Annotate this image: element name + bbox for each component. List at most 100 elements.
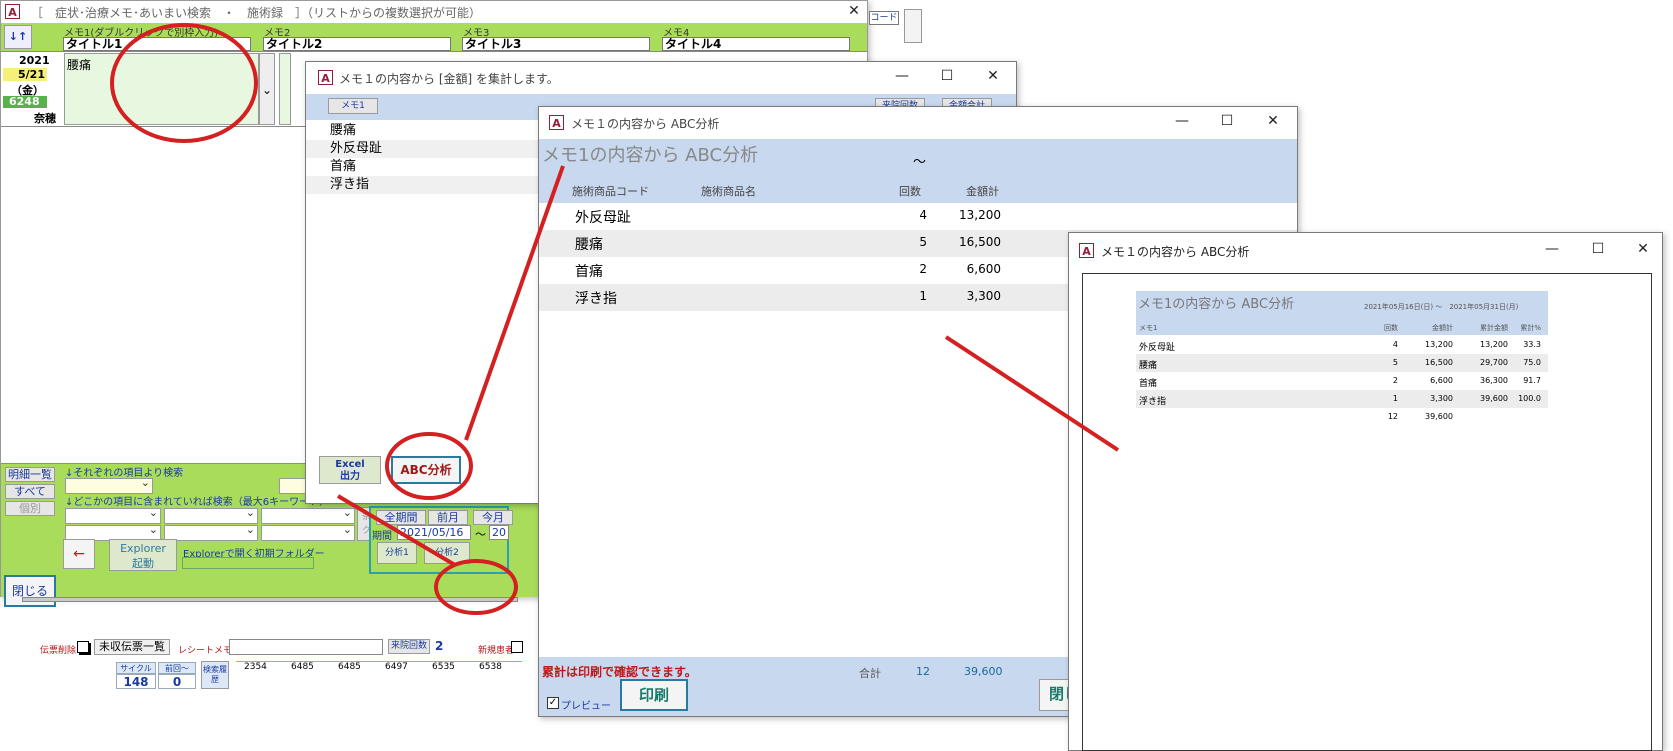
all-period-button[interactable]: 全期間 bbox=[376, 510, 426, 525]
period-tilde: ～ bbox=[475, 528, 486, 541]
main-close-button[interactable]: ✕ bbox=[843, 1, 865, 21]
bottom-number-1: 6485 bbox=[291, 662, 314, 672]
back-arrow-button[interactable]: ← bbox=[63, 539, 95, 569]
abc-title: メモ１の内容から ABC分析 bbox=[571, 117, 720, 131]
analysis2-button[interactable]: 分析2 bbox=[424, 542, 470, 564]
unreceived-slips-button[interactable]: 未収伝票一覧 bbox=[94, 639, 170, 655]
memo1-title-field[interactable]: タイトル1 bbox=[63, 37, 251, 51]
cycle-label: サイクル bbox=[116, 662, 156, 674]
preview-close-button[interactable]: ✕ bbox=[1632, 239, 1654, 259]
abc-row-count: 2 bbox=[919, 262, 927, 276]
abc-row[interactable]: 外反母趾 4 13,200 bbox=[539, 203, 1297, 230]
abc-col-count: 回数 bbox=[899, 185, 921, 198]
bottom-number-3: 6497 bbox=[385, 662, 408, 672]
preview-row: 外反母趾 4 13,200 13,200 33.3 bbox=[1136, 336, 1548, 354]
memo1-dropdown-button[interactable]: ⌄ bbox=[259, 53, 275, 125]
preview-row: 腰痛 5 16,500 29,700 75.0 bbox=[1136, 354, 1548, 372]
search-item-dropdown-1[interactable] bbox=[65, 476, 153, 494]
close-main-button-visible[interactable]: 閉じる bbox=[4, 575, 56, 607]
period-from-field[interactable]: 2021/05/16 bbox=[397, 525, 471, 540]
memo4-title-field[interactable]: タイトル4 bbox=[662, 37, 850, 51]
prev-label: 前回～ bbox=[158, 662, 196, 674]
abc-col-code: 施術商品コード bbox=[572, 185, 649, 198]
prev-month-button[interactable]: 前月 bbox=[428, 510, 468, 525]
slip-delete-label: 伝票削除 bbox=[40, 646, 77, 656]
preview-maximize-button[interactable]: ☐ bbox=[1587, 239, 1609, 259]
preview-row-cum: 13,200 bbox=[1480, 340, 1508, 349]
explorer-launch-button[interactable]: Explorer 起動 bbox=[109, 539, 177, 571]
date-month-day: 5/21 bbox=[3, 68, 47, 81]
excel-export-button[interactable]: Excel 出力 bbox=[319, 456, 381, 484]
preview-date-range: 2021年05月16日(日) ～ 2021年05月31日(月) bbox=[1364, 303, 1519, 311]
print-preview-window: A メモ１の内容から ABC分析 — ☐ ✕ メモ1の内容から ABC分析 20… bbox=[1068, 232, 1663, 751]
preview-row-pct: 33.3 bbox=[1523, 340, 1541, 349]
preview-row-pct: 100.0 bbox=[1518, 394, 1541, 403]
print-button[interactable]: 印刷 bbox=[620, 679, 688, 711]
keyword-dropdown-5[interactable] bbox=[164, 523, 258, 541]
preview-heading: メモ1の内容から ABC分析 bbox=[1138, 297, 1295, 312]
preview-row-amount: 13,200 bbox=[1425, 340, 1453, 349]
explorer-folder-field[interactable] bbox=[182, 557, 314, 569]
abc-maximize-button[interactable]: ☐ bbox=[1216, 111, 1238, 131]
analysis1-button[interactable]: 分析1 bbox=[377, 542, 417, 564]
abc-cumulative-note: 累計は印刷で確認できます。 bbox=[542, 665, 697, 679]
all-button[interactable]: すべて bbox=[5, 484, 55, 499]
preview-col-memo: メモ1 bbox=[1139, 324, 1158, 332]
abc-col-name: 施術商品名 bbox=[701, 185, 756, 198]
keyword-dropdown-2[interactable] bbox=[164, 506, 258, 524]
preview-row: 首痛 2 6,600 36,300 91.7 bbox=[1136, 372, 1548, 390]
preview-row-name: 浮き指 bbox=[1139, 397, 1167, 407]
abc-row-amount: 13,200 bbox=[959, 208, 1001, 222]
code-label: コード bbox=[869, 11, 899, 25]
memo1-sort-button[interactable]: メモ1 bbox=[328, 98, 378, 114]
prev-value: 0 bbox=[158, 674, 196, 689]
slip-delete-checkbox[interactable] bbox=[77, 641, 89, 653]
preview-col-pct: 累計% bbox=[1520, 324, 1541, 332]
sum-maximize-button[interactable]: ☐ bbox=[936, 66, 958, 86]
visit-count-value: 2 bbox=[435, 639, 444, 653]
preview-app-icon: A bbox=[1079, 243, 1094, 258]
individual-button[interactable]: 個別 bbox=[5, 501, 55, 516]
keyword-dropdown-3[interactable] bbox=[261, 506, 355, 524]
sum-close-button[interactable]: ✕ bbox=[982, 66, 1004, 86]
preview-row-cum: 39,600 bbox=[1480, 394, 1508, 403]
keyword-dropdown-6[interactable] bbox=[261, 523, 355, 541]
main-title: ［ 症状･治療メモ･あいまい検索 ・ 施術録 ］（リストからの複数選択が可能） bbox=[31, 6, 482, 20]
cycle-value: 148 bbox=[116, 674, 156, 689]
abc-app-icon: A bbox=[549, 115, 564, 130]
right-scrollbar[interactable] bbox=[904, 9, 922, 43]
sort-toggle-button[interactable]: ↓↑ bbox=[4, 25, 32, 49]
abc-period-tilde: ～ bbox=[913, 155, 927, 170]
memo1-text-area[interactable]: 腰痛 bbox=[64, 53, 259, 125]
sum-minimize-button[interactable]: — bbox=[891, 66, 913, 86]
keyword-dropdown-1[interactable] bbox=[65, 506, 161, 524]
preview-total-amount: 39,600 bbox=[1425, 412, 1453, 421]
memo2-text-area[interactable] bbox=[279, 53, 291, 125]
abc-heading: メモ1の内容から ABC分析 bbox=[542, 145, 759, 166]
this-month-button[interactable]: 今月 bbox=[473, 510, 513, 525]
abc-title-bar: A メモ１の内容から ABC分析 — ☐ ✕ bbox=[539, 107, 1297, 139]
preview-page: メモ1の内容から ABC分析 2021年05月16日(日) ～ 2021年05月… bbox=[1082, 273, 1652, 751]
sum-title-bar: A メモ１の内容から [金額] を集計します。 — ☐ ✕ bbox=[306, 62, 1016, 92]
memo2-title-field[interactable]: タイトル2 bbox=[263, 37, 451, 51]
period-to-field[interactable]: 20 bbox=[489, 525, 509, 540]
main-bottom-strip bbox=[22, 597, 518, 602]
preview-row-cum: 36,300 bbox=[1480, 376, 1508, 385]
abc-total-count: 12 bbox=[916, 665, 930, 678]
preview-label: プレビュー bbox=[561, 701, 611, 712]
abc-close-button[interactable]: ✕ bbox=[1262, 111, 1284, 131]
search-history-button[interactable]: 検索履歴 bbox=[201, 661, 229, 689]
preview-minimize-button[interactable]: — bbox=[1541, 239, 1563, 259]
preview-checkbox[interactable]: ✓ bbox=[547, 697, 559, 709]
new-patient-checkbox[interactable] bbox=[511, 641, 523, 653]
receipt-memo-field[interactable] bbox=[229, 639, 383, 655]
preview-row-amount: 16,500 bbox=[1425, 358, 1453, 367]
abc-row-count: 5 bbox=[919, 235, 927, 249]
abc-minimize-button[interactable]: — bbox=[1171, 111, 1193, 131]
explorer-label-2: 起動 bbox=[132, 557, 154, 570]
abc-analysis-button[interactable]: ABC分析 bbox=[391, 456, 461, 484]
abc-row-amount: 3,300 bbox=[966, 289, 1001, 303]
detail-list-button[interactable]: 明細一覧 bbox=[5, 467, 55, 482]
memo3-title-field[interactable]: タイトル3 bbox=[462, 37, 650, 51]
visit-count-label: 来院回数 bbox=[388, 639, 430, 654]
